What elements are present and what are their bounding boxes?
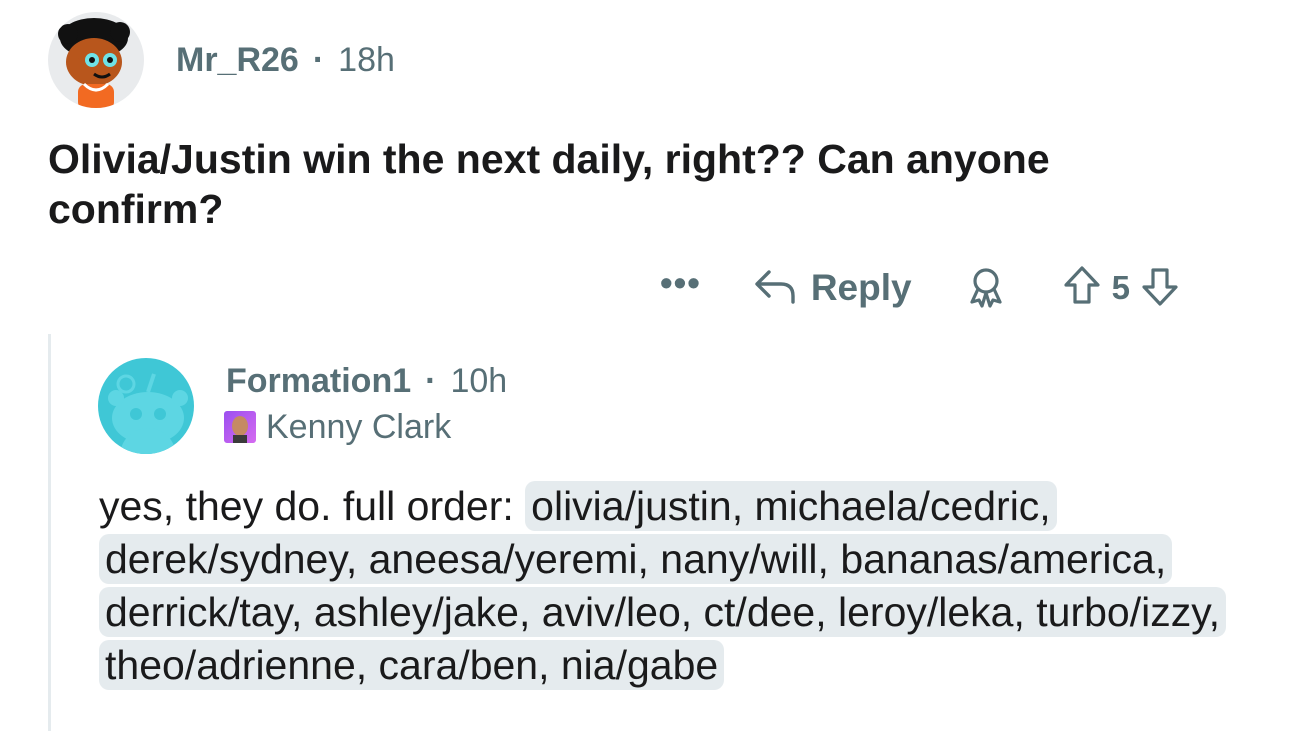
comment-meta: Mr_R26 · 18h [176,38,395,82]
vote-count: 5 [1111,269,1130,306]
award-icon[interactable] [966,266,1006,310]
reply-arrow-icon [753,266,797,311]
flair-image [224,411,256,443]
username[interactable]: Mr_R26 [176,41,299,79]
reply-label: Reply [810,267,912,308]
more-icon[interactable]: ••• [660,265,701,303]
comment-body: Olivia/Justin win the next daily, right?… [48,136,1050,232]
thread-line[interactable] [48,334,51,731]
user-avatar[interactable] [48,12,144,108]
reply-body: yes, they do. full order: olivia/justin,… [99,480,1249,692]
reply-meta: Formation1 · 10h [226,360,507,402]
downvote-icon[interactable] [1140,264,1180,313]
reply-body-plain: yes, they do. full order: [99,483,526,529]
separator-dot: · [425,362,437,400]
vote-control: 5 [1062,264,1180,313]
reply-button[interactable]: Reply [753,266,912,311]
reply-user-avatar[interactable] [98,358,194,454]
timestamp: 18h [338,41,395,79]
reply-timestamp: 10h [450,362,508,400]
comment-actions: ••• Reply 5 [660,262,1180,314]
upvote-icon[interactable] [1062,264,1102,313]
separator-dot: · [312,41,325,79]
user-flair: Kenny Clark [224,406,451,448]
flair-text: Kenny Clark [266,408,452,446]
reply-username[interactable]: Formation1 [226,362,411,400]
